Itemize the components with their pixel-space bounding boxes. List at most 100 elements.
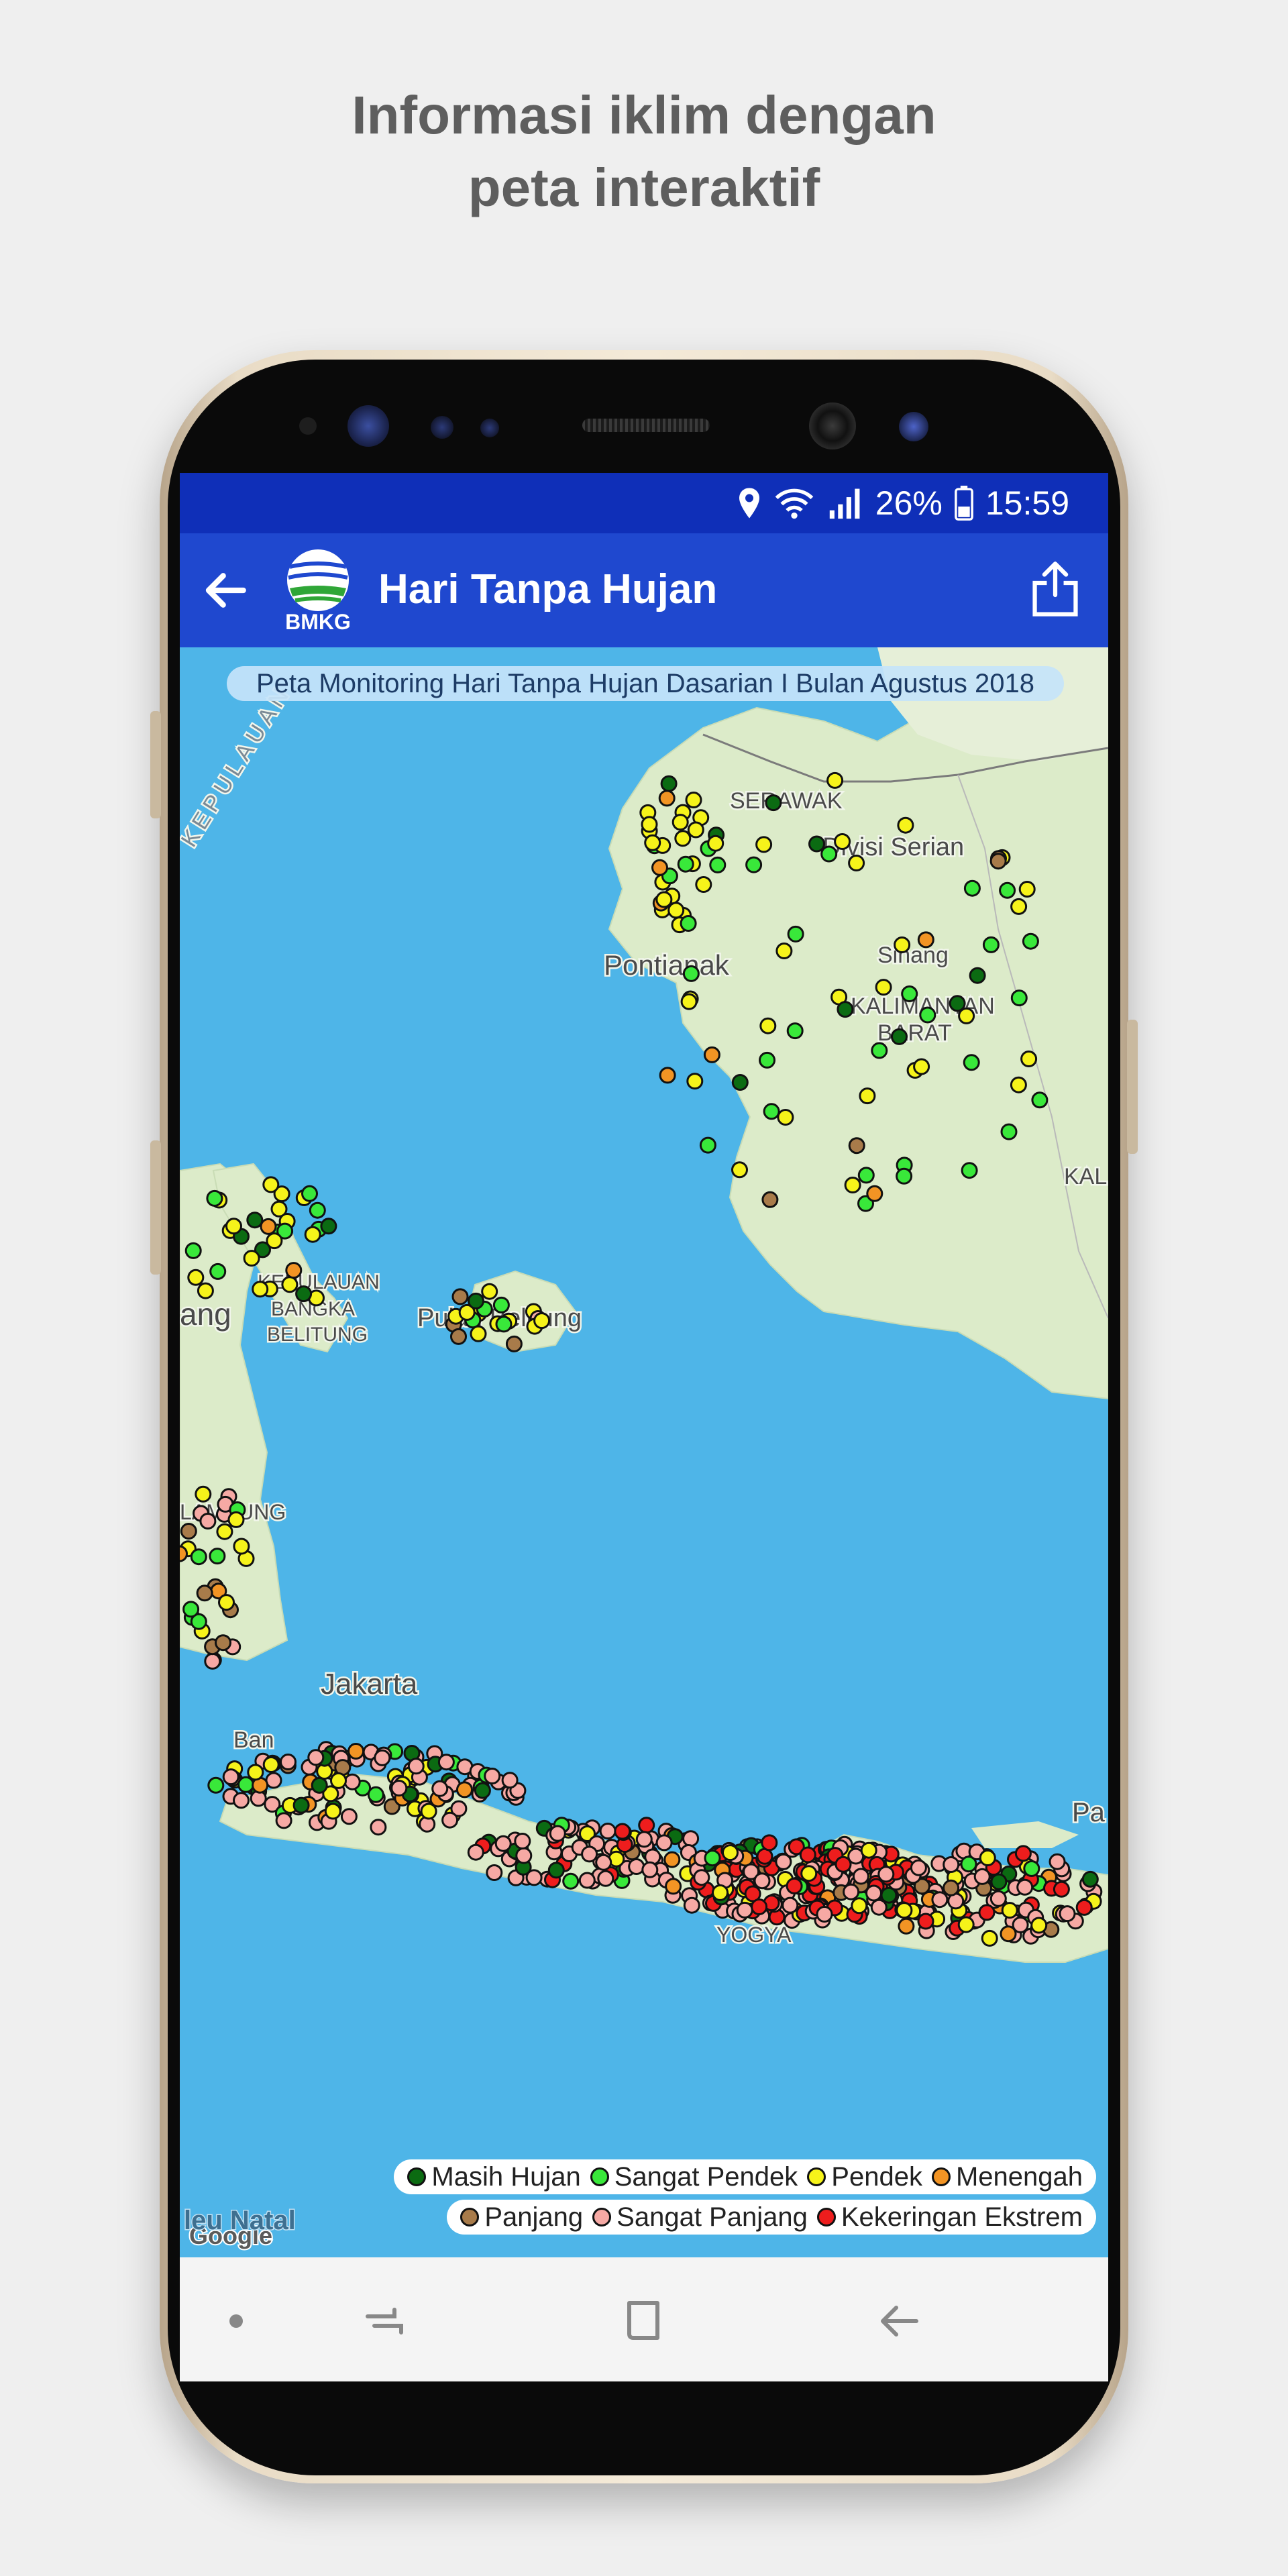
station-marker[interactable]	[1012, 1916, 1029, 1933]
station-marker[interactable]	[486, 1864, 503, 1881]
station-marker[interactable]	[963, 1054, 980, 1071]
station-marker[interactable]	[852, 1868, 869, 1885]
map-canvas[interactable]: KEPULAUAN SERAWAK Divisi Serian Pontiana…	[180, 647, 1108, 2257]
station-marker[interactable]	[243, 1250, 260, 1267]
station-marker[interactable]	[222, 1768, 239, 1786]
station-marker[interactable]	[206, 1189, 223, 1207]
station-marker[interactable]	[848, 1137, 865, 1155]
station-marker[interactable]	[1000, 1123, 1018, 1140]
station-marker[interactable]	[196, 1585, 213, 1602]
station-marker[interactable]	[969, 967, 986, 984]
station-marker[interactable]	[816, 1906, 833, 1923]
station-marker[interactable]	[999, 881, 1016, 899]
station-marker[interactable]	[330, 1772, 347, 1789]
station-marker[interactable]	[420, 1803, 437, 1820]
station-marker[interactable]	[731, 1074, 749, 1091]
station-marker[interactable]	[204, 1652, 221, 1670]
station-marker[interactable]	[199, 1513, 217, 1529]
station-marker[interactable]	[677, 855, 694, 873]
station-marker[interactable]	[756, 1847, 773, 1865]
station-marker[interactable]	[549, 1825, 566, 1842]
station-marker[interactable]	[837, 1001, 854, 1018]
station-marker[interactable]	[982, 936, 1000, 953]
station-marker[interactable]	[247, 1764, 264, 1781]
nav-home-button[interactable]	[606, 2284, 680, 2358]
station-marker[interactable]	[651, 859, 668, 876]
station-marker[interactable]	[295, 1285, 313, 1303]
station-marker[interactable]	[468, 1292, 484, 1309]
station-marker[interactable]	[451, 1288, 469, 1305]
station-marker[interactable]	[484, 1768, 501, 1784]
station-marker[interactable]	[209, 1548, 226, 1565]
station-marker[interactable]	[695, 876, 712, 893]
station-marker[interactable]	[1081, 1870, 1099, 1888]
station-marker[interactable]	[304, 1226, 321, 1243]
station-marker[interactable]	[233, 1792, 250, 1809]
station-marker[interactable]	[782, 1896, 799, 1914]
station-marker[interactable]	[1010, 898, 1028, 915]
station-marker[interactable]	[799, 1846, 816, 1864]
station-marker[interactable]	[786, 1022, 804, 1040]
station-marker[interactable]	[1053, 1880, 1070, 1898]
station-marker[interactable]	[581, 1845, 598, 1863]
station-marker[interactable]	[562, 1872, 580, 1890]
legend-item-masih-hujan[interactable]: Masih Hujan	[407, 2162, 581, 2192]
station-marker[interactable]	[943, 1879, 960, 1896]
station-marker[interactable]	[515, 1847, 533, 1864]
station-marker[interactable]	[834, 833, 851, 850]
station-marker[interactable]	[215, 1634, 231, 1652]
station-marker[interactable]	[456, 1781, 473, 1799]
station-marker[interactable]	[894, 936, 911, 953]
station-marker[interactable]	[595, 1854, 612, 1871]
station-marker[interactable]	[897, 816, 914, 834]
station-marker[interactable]	[680, 915, 697, 932]
station-marker[interactable]	[407, 1758, 425, 1775]
station-marker[interactable]	[707, 835, 724, 852]
station-marker[interactable]	[1030, 1917, 1048, 1934]
station-marker[interactable]	[860, 1841, 877, 1859]
station-marker[interactable]	[957, 1916, 975, 1933]
station-marker[interactable]	[275, 1812, 292, 1829]
station-marker[interactable]	[262, 1756, 280, 1773]
station-marker[interactable]	[265, 1772, 282, 1789]
station-marker[interactable]	[266, 1232, 283, 1250]
station-marker[interactable]	[431, 1780, 449, 1797]
station-marker[interactable]	[216, 1523, 233, 1540]
station-marker[interactable]	[1010, 989, 1028, 1007]
station-marker[interactable]	[324, 1803, 341, 1820]
station-marker[interactable]	[641, 816, 658, 833]
station-marker[interactable]	[775, 943, 793, 959]
station-marker[interactable]	[225, 1218, 242, 1235]
station-marker[interactable]	[197, 1282, 214, 1299]
station-marker[interactable]	[635, 1831, 653, 1848]
station-marker[interactable]	[857, 1167, 875, 1184]
station-marker[interactable]	[501, 1772, 519, 1789]
station-marker[interactable]	[367, 1786, 384, 1803]
legend-item-panjang[interactable]: Panjang	[460, 2202, 583, 2233]
station-marker[interactable]	[195, 1485, 212, 1503]
station-marker[interactable]	[896, 1167, 913, 1185]
station-marker[interactable]	[252, 1281, 269, 1298]
station-marker[interactable]	[655, 891, 673, 908]
station-marker[interactable]	[919, 1006, 936, 1024]
station-marker[interactable]	[599, 1823, 616, 1839]
station-marker[interactable]	[680, 993, 698, 1010]
station-marker[interactable]	[981, 1929, 998, 1947]
nav-back-button[interactable]	[864, 2284, 938, 2358]
station-marker[interactable]	[761, 1191, 779, 1208]
station-marker[interactable]	[227, 1511, 245, 1528]
station-marker[interactable]	[753, 1872, 771, 1890]
station-marker[interactable]	[693, 1869, 710, 1886]
nav-recents-button[interactable]	[347, 2284, 421, 2358]
station-marker[interactable]	[450, 1328, 467, 1345]
station-marker[interactable]	[638, 1817, 655, 1834]
station-marker[interactable]	[1022, 932, 1039, 950]
station-marker[interactable]	[1001, 1902, 1018, 1919]
station-marker[interactable]	[917, 931, 934, 949]
station-marker[interactable]	[495, 1316, 513, 1333]
station-marker[interactable]	[1010, 1076, 1027, 1093]
station-marker[interactable]	[1016, 1878, 1034, 1896]
station-marker[interactable]	[547, 1862, 565, 1879]
station-marker[interactable]	[474, 1782, 491, 1799]
station-marker[interactable]	[270, 1200, 288, 1218]
